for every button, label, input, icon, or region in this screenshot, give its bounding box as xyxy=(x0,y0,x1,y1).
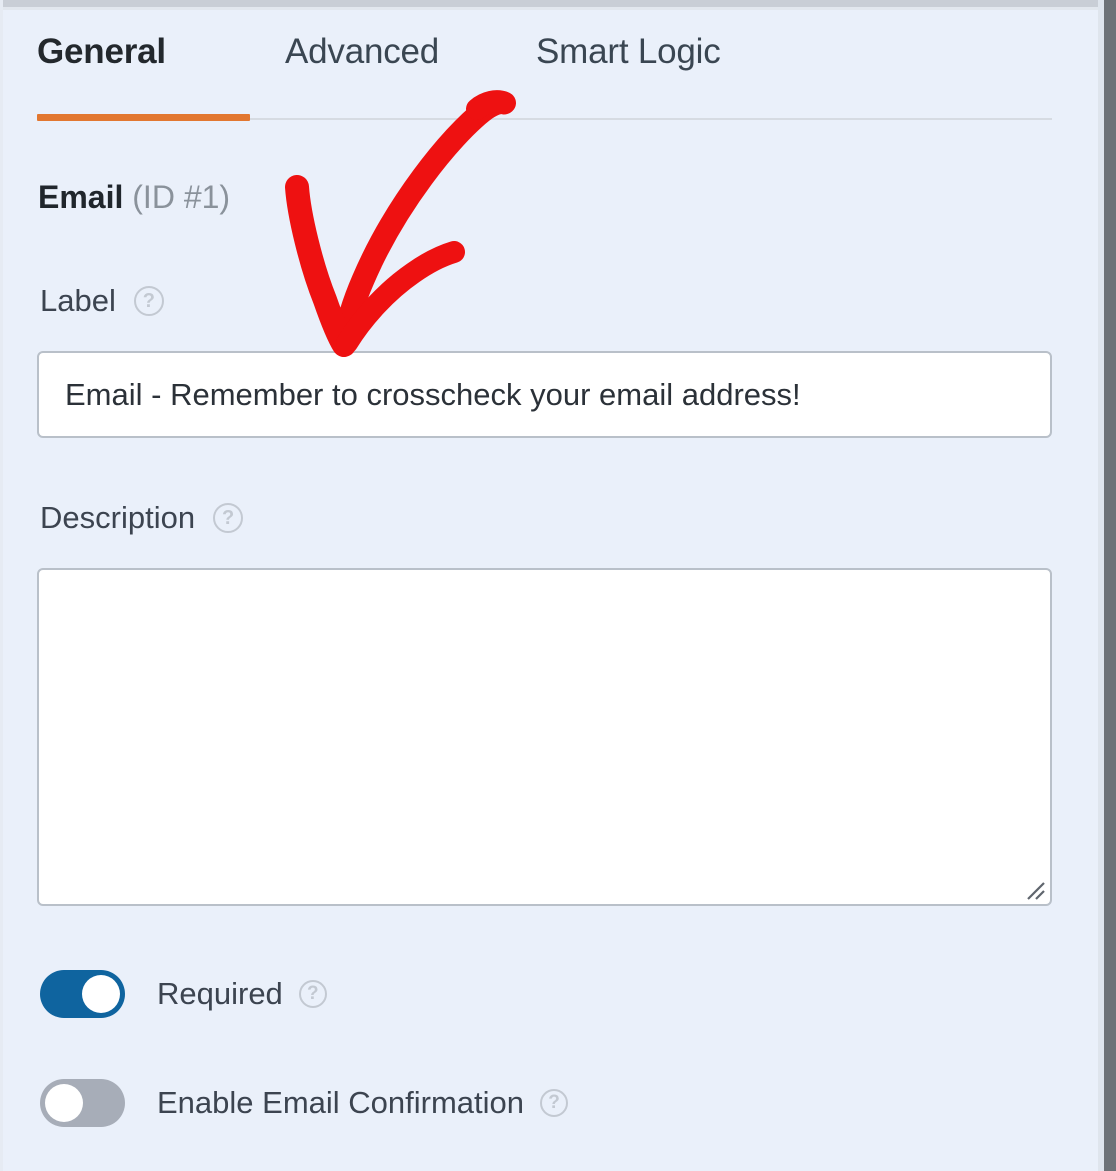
label-input[interactable] xyxy=(37,351,1052,438)
required-toggle-row: Required xyxy=(40,970,327,1018)
tab-active-underline xyxy=(37,114,250,121)
description-field-label: Description xyxy=(40,500,196,535)
required-toggle[interactable] xyxy=(40,970,125,1018)
field-type-name: Email xyxy=(38,179,124,215)
field-id-label: (ID #1) xyxy=(132,179,231,215)
annotation-arrow-icon xyxy=(285,90,516,357)
description-field-label-row: Description xyxy=(40,498,244,538)
window-top-edge-highlight xyxy=(0,7,1116,10)
label-field-label: Label xyxy=(40,283,116,318)
question-mark-circle-icon[interactable] xyxy=(213,503,244,533)
tab-advanced[interactable]: Advanced xyxy=(285,22,439,82)
toggle-knob xyxy=(82,975,120,1013)
toggle-knob xyxy=(45,1084,83,1122)
email-confirmation-toggle-label: Enable Email Confirmation xyxy=(157,1085,525,1120)
email-confirmation-toggle[interactable] xyxy=(40,1079,125,1127)
label-field-label-row: Label xyxy=(40,281,164,321)
tab-smart-logic[interactable]: Smart Logic xyxy=(536,22,721,82)
field-options-panel: General Advanced Smart Logic Email (ID #… xyxy=(0,0,1116,1171)
tab-bar: General Advanced Smart Logic xyxy=(0,22,1060,98)
required-toggle-label: Required xyxy=(157,976,283,1011)
page-title: Email (ID #1) xyxy=(38,176,230,218)
email-confirmation-toggle-row: Enable Email Confirmation xyxy=(40,1079,569,1127)
question-mark-circle-icon[interactable] xyxy=(540,1089,569,1117)
window-right-edge xyxy=(1104,0,1116,1171)
window-left-edge xyxy=(0,0,3,1171)
window-top-edge xyxy=(0,0,1116,7)
description-textarea[interactable] xyxy=(37,568,1052,906)
question-mark-circle-icon[interactable] xyxy=(133,286,164,316)
tab-general[interactable]: General xyxy=(37,22,166,82)
question-mark-circle-icon[interactable] xyxy=(298,980,327,1008)
